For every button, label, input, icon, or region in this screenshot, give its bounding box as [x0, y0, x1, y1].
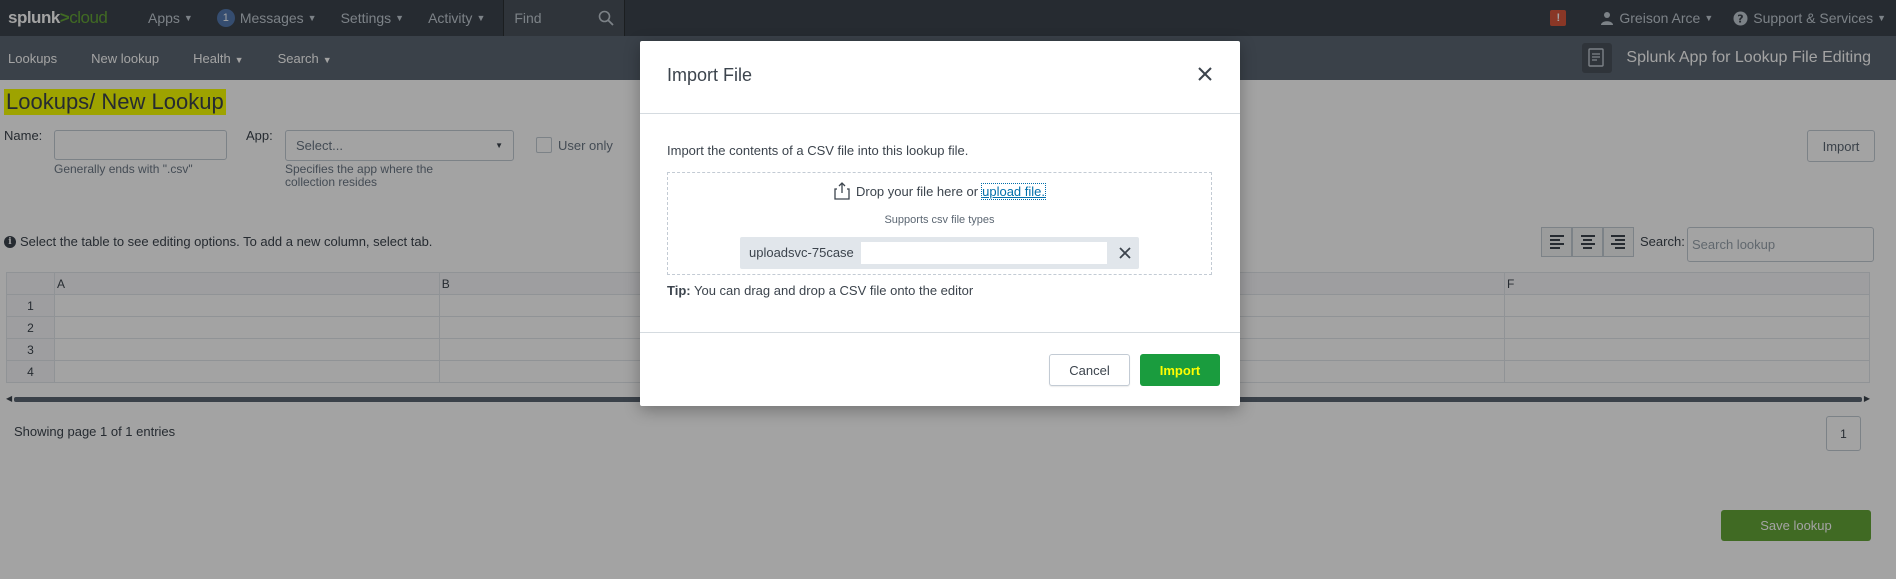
- import-file-dialog: Import File Import the contents of a CSV…: [640, 41, 1240, 406]
- selected-file-chip: uploadsvc-75case: [740, 237, 1139, 269]
- dialog-description: Import the contents of a CSV file into t…: [667, 143, 969, 158]
- import-confirm-button[interactable]: Import: [1140, 354, 1220, 386]
- dialog-footer: Cancel Import: [640, 332, 1240, 406]
- tip-text: Tip: You can drag and drop a CSV file on…: [667, 283, 974, 298]
- dialog-header: Import File: [640, 41, 1240, 114]
- dialog-title: Import File: [667, 65, 753, 85]
- upload-file-link[interactable]: upload file.: [981, 182, 1046, 200]
- upload-icon: [834, 182, 850, 200]
- drop-instructions: Drop your file here or upload file.: [668, 182, 1211, 200]
- file-name: uploadsvc-75case: [749, 245, 854, 260]
- remove-file-icon[interactable]: [1115, 242, 1135, 264]
- close-icon[interactable]: [1192, 61, 1218, 87]
- cancel-button[interactable]: Cancel: [1049, 354, 1130, 386]
- upload-progress-bar: [861, 242, 1107, 264]
- file-drop-zone[interactable]: Drop your file here or upload file. Supp…: [667, 172, 1212, 275]
- supported-types-text: Supports csv file types: [884, 214, 995, 226]
